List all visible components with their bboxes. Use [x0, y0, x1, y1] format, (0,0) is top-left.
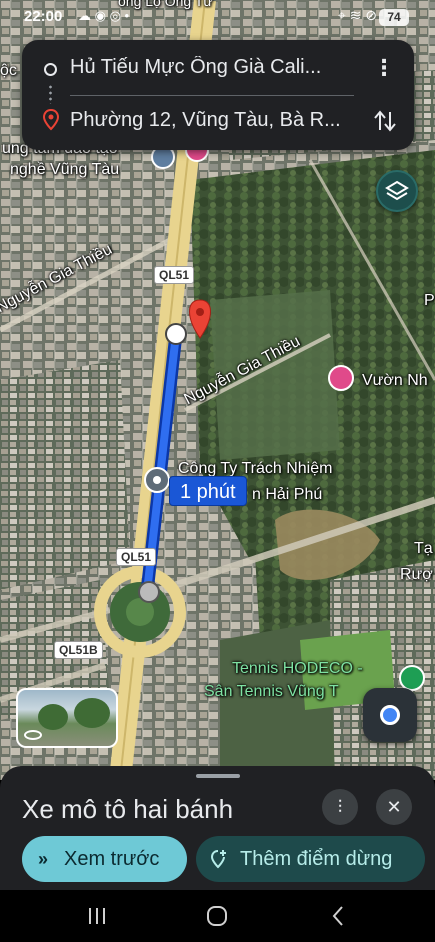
- origin-field[interactable]: Hủ Tiếu Mực Ông Già Cali...: [70, 56, 360, 79]
- recents-icon[interactable]: [82, 902, 112, 930]
- street-view-thumbnail[interactable]: [16, 688, 118, 748]
- map-label-edge-3: Rượ: [400, 566, 433, 583]
- status-time: 22:00: [24, 8, 63, 25]
- map-label-tennis-2: Sân Tennis Vũng T: [204, 683, 339, 700]
- road-shield-ql51: QL51: [154, 266, 195, 284]
- preview-button[interactable]: » Xem trước: [22, 836, 187, 882]
- map-label-training-2: nghề Vũng Tàu: [10, 161, 120, 178]
- map-label-edge-2: Tạ: [414, 540, 433, 557]
- road-shield-ql51: QL51: [116, 548, 157, 566]
- status-system-icons: ⌖ ≋ ⊘: [337, 7, 377, 23]
- destination-row[interactable]: Phường 12, Vũng Tàu, Bà R...: [22, 96, 414, 148]
- route-options-button[interactable]: ⫶: [322, 789, 358, 825]
- origin-circle-icon: [44, 63, 57, 76]
- directions-bottom-sheet: Xe mô tô hai bánh ⫶ ✕ » Xem trước Thêm đ…: [0, 766, 435, 890]
- my-location-button[interactable]: [363, 688, 417, 742]
- add-stop-label: Thêm điểm dừng: [240, 848, 393, 870]
- double-chevron-icon: »: [38, 849, 49, 869]
- status-notification-icons: ☁ ◉ ◎ •: [78, 8, 130, 23]
- street-view-tree: [38, 704, 68, 730]
- map-label-garden: Vườn Nh: [362, 372, 428, 389]
- map-label-company-2: n Hải Phú: [252, 486, 323, 503]
- location-dot-icon: [380, 705, 400, 725]
- route-card: Hủ Tiếu Mực Ông Già Cali... ⋮ Phường 12,…: [22, 40, 414, 150]
- destination-field[interactable]: Phường 12, Vũng Tàu, Bà R...: [70, 109, 360, 132]
- map-label-edge-4: P: [424, 292, 435, 309]
- street-view-tree: [74, 698, 110, 728]
- map-label-company-1: Công Ty Trách Nhiệm: [178, 460, 333, 477]
- map-label-tennis-1: Tennis HODECO -: [232, 660, 363, 677]
- preview-button-label: Xem trước: [64, 848, 160, 870]
- destination-pin-icon: [43, 109, 59, 131]
- road-shield-ql51b: QL51B: [54, 641, 103, 659]
- system-navigation-bar: [0, 890, 435, 942]
- origin-row[interactable]: Hủ Tiếu Mực Ông Già Cali... ⋮: [22, 43, 414, 95]
- add-stop-button[interactable]: Thêm điểm dừng: [196, 836, 425, 882]
- more-options-button[interactable]: ⋮: [372, 57, 396, 81]
- route-duration-label[interactable]: 1 phút: [169, 476, 247, 506]
- street-view-icon: [24, 730, 42, 740]
- home-icon[interactable]: [202, 902, 232, 930]
- drag-handle[interactable]: [196, 774, 240, 778]
- battery-icon: 74: [379, 9, 409, 26]
- add-stop-pin-icon: [210, 850, 226, 869]
- travel-mode-title: Xe mô tô hai bánh: [22, 794, 234, 824]
- close-button[interactable]: ✕: [376, 789, 412, 825]
- layers-button[interactable]: [376, 170, 418, 212]
- layers-icon: [385, 180, 409, 201]
- swap-directions-button[interactable]: [370, 106, 400, 136]
- map-label-edge: ộc: [0, 62, 17, 79]
- back-icon[interactable]: [324, 902, 354, 930]
- status-bar: 22:00 ☁ ◉ ◎ • ⌖ ≋ ⊘ 74: [0, 0, 435, 36]
